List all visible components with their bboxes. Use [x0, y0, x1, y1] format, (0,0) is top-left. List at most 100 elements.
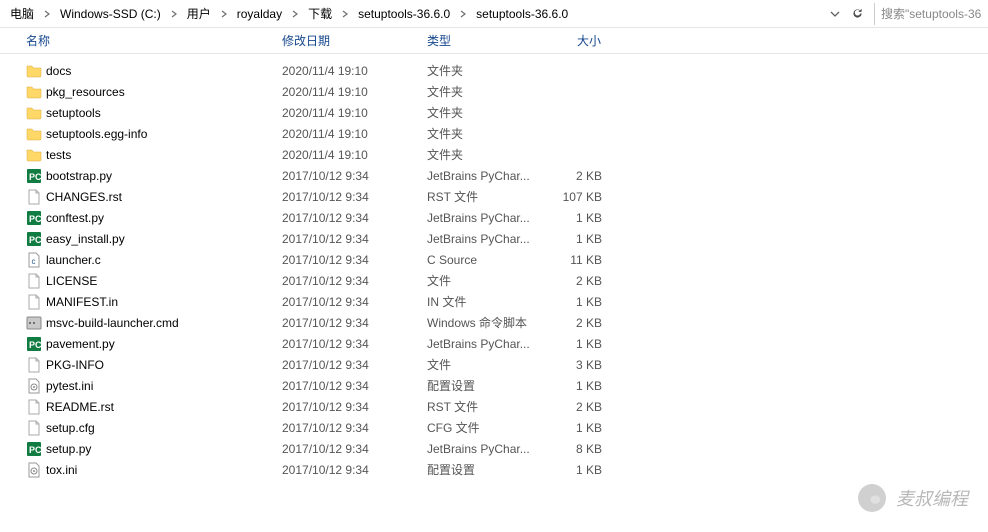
file-size: 1 KB — [543, 295, 608, 309]
file-row[interactable]: PKG-INFO 2017/10/12 9:34文件3 KB — [0, 354, 988, 375]
file-size: 1 KB — [543, 337, 608, 351]
breadcrumb-item[interactable]: 用户 — [181, 0, 217, 27]
file-row[interactable]: PCeasy_install.py2017/10/12 9:34JetBrain… — [0, 228, 988, 249]
file-row[interactable]: LICENSE2017/10/12 9:34文件2 KB — [0, 270, 988, 291]
file-name: PKG-INFO — [46, 358, 104, 372]
file-row[interactable]: PCsetup.py2017/10/12 9:34JetBrains PyCha… — [0, 438, 988, 459]
folder-icon — [26, 63, 42, 79]
file-date: 2017/10/12 9:34 — [276, 400, 421, 414]
file-row[interactable]: pkg_resources2020/11/4 19:10文件夹 — [0, 81, 988, 102]
file-date: 2017/10/12 9:34 — [276, 274, 421, 288]
file-date: 2017/10/12 9:34 — [276, 421, 421, 435]
file-name: setup.py — [46, 442, 91, 456]
chevron-right-icon[interactable] — [217, 0, 231, 27]
column-header-type[interactable]: 类型 — [421, 28, 543, 53]
file-row[interactable]: MANIFEST.in2017/10/12 9:34IN 文件1 KB — [0, 291, 988, 312]
breadcrumb-item[interactable]: royalday — [231, 0, 288, 27]
wechat-icon — [858, 484, 886, 512]
file-name-cell: docs — [20, 63, 276, 79]
file-type: JetBrains PyChar... — [421, 337, 543, 351]
file-date: 2017/10/12 9:34 — [276, 253, 421, 267]
breadcrumb-item[interactable]: setuptools-36.6.0 — [352, 0, 456, 27]
file-name-cell: PCsetup.py — [20, 441, 276, 457]
chevron-right-icon[interactable] — [167, 0, 181, 27]
file-row[interactable]: PCconftest.py2017/10/12 9:34JetBrains Py… — [0, 207, 988, 228]
file-name: pytest.ini — [46, 379, 93, 393]
chevron-right-icon[interactable] — [288, 0, 302, 27]
refresh-button[interactable] — [846, 3, 868, 25]
folder-icon — [26, 105, 42, 121]
file-name: easy_install.py — [46, 232, 125, 246]
file-date: 2017/10/12 9:34 — [276, 358, 421, 372]
file-name-cell: c launcher.c — [20, 252, 276, 268]
file-row[interactable]: CHANGES.rst2017/10/12 9:34RST 文件107 KB — [0, 186, 988, 207]
history-dropdown-button[interactable] — [824, 3, 846, 25]
file-size: 3 KB — [543, 358, 608, 372]
file-type: C Source — [421, 253, 543, 267]
file-name-cell: MANIFEST.in — [20, 294, 276, 310]
file-date: 2020/11/4 19:10 — [276, 106, 421, 120]
file-row[interactable]: tox.ini 2017/10/12 9:34配置设置1 KB — [0, 459, 988, 480]
svg-text:PC: PC — [29, 172, 42, 182]
file-size: 1 KB — [543, 463, 608, 477]
breadcrumb: 电脑 Windows-SSD (C:) 用户 royalday 下载 setuptools… — [4, 0, 824, 27]
breadcrumb-item[interactable]: setuptools-36.6.0 — [470, 0, 574, 27]
file-row[interactable]: PCpavement.py2017/10/12 9:34JetBrains Py… — [0, 333, 988, 354]
file-type: JetBrains PyChar... — [421, 169, 543, 183]
cfile-icon: c — [26, 252, 42, 268]
breadcrumb-item[interactable]: Windows-SSD (C:) — [54, 0, 167, 27]
file-name-cell: tox.ini — [20, 462, 276, 478]
svg-text:c: c — [32, 257, 36, 266]
file-icon — [26, 189, 42, 205]
file-date: 2017/10/12 9:34 — [276, 463, 421, 477]
file-size: 1 KB — [543, 232, 608, 246]
chevron-right-icon[interactable] — [40, 0, 54, 27]
column-header-date[interactable]: 修改日期 — [276, 28, 421, 53]
file-row[interactable]: clauncher.c2017/10/12 9:34C Source11 KB — [0, 249, 988, 270]
file-size: 1 KB — [543, 379, 608, 393]
chevron-right-icon[interactable] — [456, 0, 470, 27]
file-row[interactable]: tests2020/11/4 19:10文件夹 — [0, 144, 988, 165]
watermark-text: 麦叔编程 — [896, 485, 968, 511]
file-row[interactable]: pytest.ini2017/10/12 9:34配置设置1 KB — [0, 375, 988, 396]
file-date: 2020/11/4 19:10 — [276, 127, 421, 141]
file-name: setuptools — [46, 106, 101, 120]
file-row[interactable]: setup.cfg2017/10/12 9:34CFG 文件1 KB — [0, 417, 988, 438]
pycharm-icon: PC — [26, 231, 42, 247]
breadcrumb-item[interactable]: 电脑 — [4, 0, 40, 27]
file-type: RST 文件 — [421, 188, 543, 205]
file-size: 1 KB — [543, 421, 608, 435]
search-box[interactable]: 搜索"setuptools-36 — [874, 3, 984, 25]
column-header-name[interactable]: 名称 — [20, 28, 276, 53]
file-row[interactable]: setuptools2020/11/4 19:10文件夹 — [0, 102, 988, 123]
file-name: bootstrap.py — [46, 169, 112, 183]
column-header-size[interactable]: 大小 — [543, 28, 608, 53]
file-name-cell: CHANGES.rst — [20, 189, 276, 205]
file-name: README.rst — [46, 400, 114, 414]
file-type: 文件夹 — [421, 146, 543, 163]
file-row[interactable]: setuptools.egg-info2020/11/4 19:10文件夹 — [0, 123, 988, 144]
folder-icon — [26, 84, 42, 100]
file-type: 配置设置 — [421, 461, 543, 478]
file-icon — [26, 420, 42, 436]
file-row[interactable]: docs2020/11/4 19:10文件夹 — [0, 60, 988, 81]
file-type: 配置设置 — [421, 377, 543, 394]
file-name-cell: PC bootstrap.py — [20, 168, 276, 184]
file-row[interactable]: PCbootstrap.py2017/10/12 9:34JetBrains P… — [0, 165, 988, 186]
pycharm-icon: PC — [26, 336, 42, 352]
file-name: tox.ini — [46, 463, 77, 477]
file-date: 2017/10/12 9:34 — [276, 211, 421, 225]
file-name: launcher.c — [46, 253, 101, 267]
file-type: 文件 — [421, 356, 543, 373]
breadcrumb-item[interactable]: 下载 — [302, 0, 338, 27]
cmd-icon — [26, 315, 42, 331]
file-name-cell: PCpavement.py — [20, 336, 276, 352]
file-list: docs2020/11/4 19:10文件夹pkg_resources2020/… — [0, 54, 988, 480]
file-date: 2017/10/12 9:34 — [276, 442, 421, 456]
file-row[interactable]: msvc-build-launcher.cmd2017/10/12 9:34Wi… — [0, 312, 988, 333]
file-name: setup.cfg — [46, 421, 95, 435]
file-name: msvc-build-launcher.cmd — [46, 316, 179, 330]
file-row[interactable]: README.rst2017/10/12 9:34RST 文件2 KB — [0, 396, 988, 417]
file-type: JetBrains PyChar... — [421, 442, 543, 456]
chevron-right-icon[interactable] — [338, 0, 352, 27]
